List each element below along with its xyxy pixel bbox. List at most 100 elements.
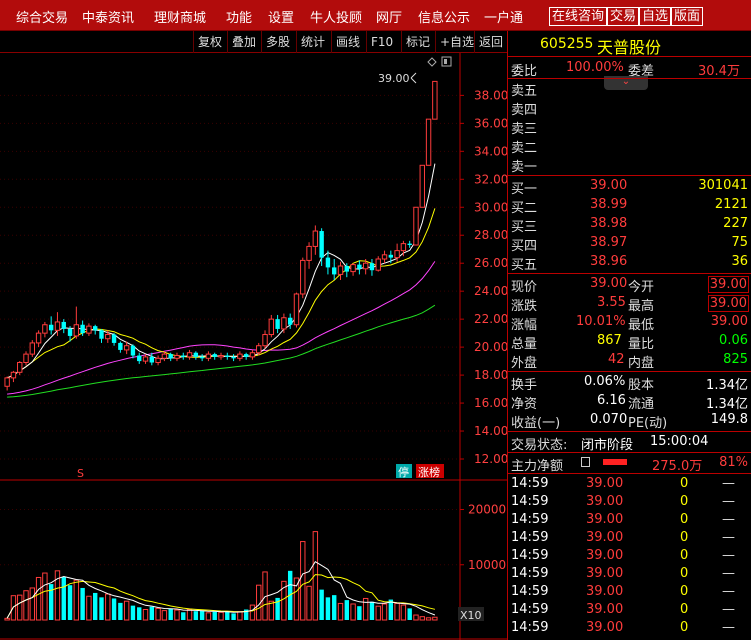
menu-item-mall[interactable]: 理财商城 — [154, 7, 206, 26]
tick-time: 14:59 — [511, 494, 549, 509]
draw-line-button[interactable]: 画线 — [331, 31, 364, 53]
overlay-button[interactable]: 叠加 — [227, 31, 260, 53]
volume-unit: X10 — [460, 609, 482, 622]
tick-row: 14:59 39.00 0 — — [508, 511, 751, 529]
multi-stock-button[interactable]: 多股 — [261, 31, 294, 53]
tick-volume: 0 — [680, 530, 689, 545]
inner-volume: 825 — [723, 352, 748, 367]
doc-icon[interactable] — [581, 457, 590, 467]
candle-body — [73, 324, 80, 337]
volume-bar — [73, 579, 80, 621]
f10-button[interactable]: F10 — [366, 31, 397, 53]
kline-chart[interactable]: 38.00 36.00 34.00 32.00 30.00 28.00 26.00 24.00… — [0, 53, 507, 640]
sell-row-4: 卖四 — [508, 98, 751, 118]
menu-item-function[interactable]: 功能 — [226, 7, 252, 26]
price-tick-label: 32.00 — [474, 172, 507, 186]
trade-button[interactable]: 交易 — [607, 7, 640, 26]
candle-body — [256, 345, 262, 354]
menu-item-news[interactable]: 中泰资讯 — [82, 7, 134, 26]
volume-bar — [168, 608, 173, 620]
weibi-label: 委比 — [511, 64, 538, 79]
trade-status-row: 交易状态: 闭市阶段 15:00:04 — [508, 433, 751, 453]
price-tick-label: 36.00 — [474, 116, 507, 130]
sell-label: 卖一 — [511, 160, 538, 175]
inner-volume-label: 内盘 — [628, 356, 655, 371]
tick-volume: 0 — [680, 566, 689, 581]
layout-button[interactable]: 版面 — [671, 7, 704, 26]
candle-body — [425, 118, 432, 166]
volume-bar — [29, 587, 36, 621]
menu-item-settings[interactable]: 设置 — [268, 7, 294, 26]
trade-status-value: 闭市阶段 — [581, 438, 634, 453]
buy-price: 38.96 — [590, 254, 628, 269]
menu-item-trade[interactable]: 综合交易 — [16, 7, 68, 26]
online-consult-button[interactable]: 在线咨询 — [549, 7, 608, 26]
divider — [508, 452, 751, 453]
volume-bar — [413, 614, 419, 621]
tick-flag: — — [722, 512, 735, 527]
buy-row-1: 买一 39.00 301041 — [508, 177, 751, 197]
menu-item-disclosure[interactable]: 信息公示 — [418, 7, 470, 26]
candle-body — [137, 355, 142, 362]
volume-bar — [369, 601, 375, 620]
menu-item-advisor[interactable]: 牛人投顾 — [310, 7, 362, 26]
volume-axis: 20000 10000 — [460, 503, 506, 572]
weicha-value: 30.4万 — [698, 64, 740, 79]
candle-body — [99, 330, 104, 339]
sell-row-3: 卖三 — [508, 117, 751, 137]
stock-name: 天普股份 — [597, 38, 662, 57]
buy-label: 买一 — [511, 182, 538, 197]
volume-bar — [375, 605, 381, 621]
moving-average-lines — [6, 163, 436, 398]
volume-bar — [155, 607, 161, 621]
diamond-icon[interactable] — [427, 57, 437, 67]
divider — [508, 273, 751, 274]
mark-button[interactable]: 标记 — [401, 31, 434, 53]
quote-row-volume: 总量 867 量比 0.06 — [508, 332, 751, 352]
candle-body — [344, 266, 349, 272]
volume-bar — [149, 606, 155, 620]
volume-bar — [212, 611, 217, 620]
s-mark-label: S — [77, 467, 84, 480]
volume-bar — [407, 608, 412, 620]
total-volume-label: 总量 — [511, 337, 538, 352]
candle-body — [419, 164, 425, 208]
shares-label: 股本 — [628, 378, 655, 393]
candle-body — [357, 264, 362, 269]
statistics-button[interactable]: 统计 — [296, 31, 329, 53]
watchlist-button[interactable]: 自选 — [639, 7, 672, 26]
volume-bar — [181, 612, 186, 620]
sell-label: 卖二 — [511, 141, 538, 156]
eps-label: 收益(一) — [511, 416, 561, 431]
price-axis: 38.00 36.00 34.00 32.00 30.00 28.00 26.00 24.00… — [460, 88, 507, 466]
candle-body — [186, 352, 193, 358]
price-tick-label: 20.00 — [474, 340, 507, 354]
menu-item-hall[interactable]: 网厅 — [376, 7, 402, 26]
add-watchlist-button[interactable]: +自选 — [435, 31, 478, 53]
tick-flag: — — [722, 548, 735, 563]
volume-bar — [17, 594, 23, 621]
tick-price: 39.00 — [586, 530, 624, 545]
buy-row-5: 买五 38.96 36 — [508, 253, 751, 273]
open-label: 今开 — [628, 280, 655, 295]
shares-value: 1.34亿 — [706, 378, 748, 393]
buy-row-2: 买二 38.99 2121 — [508, 196, 751, 216]
back-button[interactable]: 返回 — [474, 31, 507, 53]
tick-time: 14:59 — [511, 566, 549, 581]
tick-flag: — — [722, 494, 735, 509]
candle-body — [93, 326, 98, 331]
main-flow-row: 主力净额 275.0万 81% — [508, 454, 751, 474]
high-price: 39.00 — [707, 295, 749, 312]
restore-rights-button[interactable]: 复权 — [193, 31, 226, 53]
volume-bar — [4, 617, 10, 621]
top-menu-bar: 综合交易 中泰资讯 理财商城 功能 设置 牛人投顾 网厅 信息公示 一户通 在线… — [0, 0, 751, 31]
main-flow-value: 275.0万 — [652, 459, 703, 474]
candle-body — [80, 324, 85, 334]
price-tick-label: 24.00 — [474, 284, 507, 298]
tick-volume: 0 — [680, 494, 689, 509]
buy-price: 38.99 — [590, 197, 628, 212]
buy-price: 38.97 — [590, 235, 628, 250]
stock-title: 605255 天普股份 — [508, 31, 751, 57]
menu-item-account[interactable]: 一户通 — [484, 7, 523, 26]
volume-tick-label: 10000 — [468, 558, 506, 572]
